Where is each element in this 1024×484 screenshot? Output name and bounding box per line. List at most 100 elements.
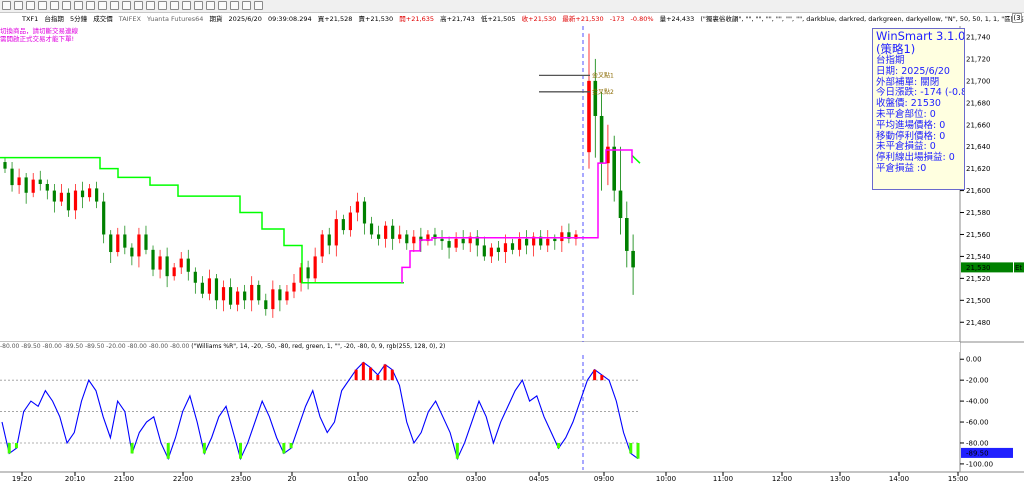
price-tick-label: 21,640	[966, 143, 991, 151]
wr-oversold-bar	[282, 442, 286, 454]
candle-body	[38, 179, 42, 184]
crosshair-icon[interactable]	[98, 1, 107, 10]
trading-chart-window: TXF1 台指期 5分鐘 成交價 TAIFEX Yuanta Futures64…	[0, 0, 1024, 484]
candle-body	[95, 188, 99, 202]
wr-oversold-bar	[166, 442, 170, 459]
candle-body	[348, 212, 352, 231]
candle-body	[292, 282, 296, 292]
corner-button[interactable]: (3	[1012, 13, 1022, 23]
fib-icon[interactable]	[134, 1, 143, 10]
outside-label: 外部補單:	[876, 76, 918, 88]
settings-icon[interactable]	[254, 1, 263, 10]
bid: 買+21,528	[317, 15, 353, 23]
time-tick-label: 03:00	[466, 475, 486, 483]
candle-body	[123, 234, 127, 248]
wr-overbought-bar	[593, 369, 597, 381]
candle-body	[193, 271, 197, 283]
close-icon[interactable]	[14, 1, 23, 10]
toolbar	[0, 0, 1024, 13]
williams-r-line	[1, 361, 639, 461]
candle-body	[80, 190, 85, 198]
candle-body	[45, 184, 49, 191]
arrow-icon[interactable]	[170, 1, 179, 10]
candle-body	[186, 258, 190, 272]
candle-body	[24, 177, 28, 193]
price-tick-label: 21,660	[966, 121, 991, 129]
cursor-icon[interactable]	[86, 1, 95, 10]
wr-overbought-bar	[376, 374, 380, 381]
support-line	[0, 156, 404, 284]
time-tick-label: 21:00	[114, 475, 134, 483]
wr-overbought-bar	[361, 362, 365, 381]
wr-current-tag	[961, 447, 1013, 458]
line-icon[interactable]	[110, 1, 119, 10]
candle-body	[221, 287, 226, 301]
symbol-code[interactable]: TXF1	[0, 15, 38, 23]
candle-body	[165, 256, 169, 277]
delete-icon[interactable]	[182, 1, 191, 10]
bar-icon[interactable]	[206, 1, 215, 10]
last: 最新+21,530	[562, 15, 604, 23]
trendline-icon[interactable]	[146, 1, 155, 10]
wr-tick-label: -60.00	[966, 419, 989, 427]
candle-body	[433, 234, 437, 239]
candle-body	[264, 300, 268, 310]
price-tick-label: 21,580	[966, 209, 991, 217]
candle-body	[137, 234, 141, 257]
price-tick-label: 21,680	[966, 99, 991, 107]
candle-body	[553, 238, 557, 242]
wr-oversold-bar	[557, 442, 560, 449]
wr-tick-label: 0.00	[966, 356, 982, 364]
time-tick-label: 23:00	[231, 475, 251, 483]
chart-area[interactable]: 金叉點1 金叉點2 21,740 21,720 21,700 21,680 21,660 2…	[0, 0, 1024, 484]
wr-overbought-bar	[383, 364, 387, 381]
candle-body	[440, 238, 444, 242]
closed-label: 平倉損益	[876, 162, 915, 174]
folder-icon[interactable]	[38, 1, 47, 10]
candle-body	[278, 289, 282, 301]
avg-label: 平均進場價格:	[876, 119, 937, 131]
candle-body	[631, 250, 635, 268]
low: 低+21,505	[480, 15, 516, 23]
price-tick-label: 21,700	[966, 77, 991, 85]
interval[interactable]: 5分鐘	[70, 15, 87, 23]
candle-body	[66, 192, 71, 211]
strategy-icon[interactable]	[242, 1, 251, 10]
wr-tick-label: -40.00	[966, 398, 989, 406]
quote-time: 09:39:08.294	[267, 15, 312, 23]
text-icon[interactable]	[122, 1, 131, 10]
volume: 量+24,433	[659, 15, 695, 23]
chart-icon[interactable]	[2, 1, 11, 10]
candle-icon[interactable]	[194, 1, 203, 10]
wr-oversold-bar	[636, 442, 640, 459]
wr-oversold-bar	[629, 442, 633, 454]
indicator-icon[interactable]	[230, 1, 239, 10]
price-tag-icon	[1014, 262, 1024, 273]
zoom-out-icon[interactable]	[74, 1, 83, 10]
price-tag-label: Et	[1015, 264, 1022, 272]
save-icon[interactable]	[26, 1, 35, 10]
wr-current-label: -89.50	[966, 449, 989, 457]
price-tick-label: 21,560	[966, 231, 991, 239]
candle-body	[412, 236, 416, 244]
candle-body	[546, 238, 550, 246]
candle-body	[179, 258, 183, 268]
marker-label-1: 金叉點1	[592, 71, 614, 79]
candle-body	[341, 219, 345, 231]
rect-icon[interactable]	[158, 1, 167, 10]
wr-overbought-bar	[390, 369, 394, 381]
quote-date: 2025/6/20	[228, 15, 262, 23]
candle-body	[299, 267, 303, 283]
candle-body	[405, 234, 409, 244]
candle-body	[525, 238, 529, 246]
print-icon[interactable]	[50, 1, 59, 10]
wr-overbought-bar	[354, 369, 358, 381]
line-chart-icon[interactable]	[218, 1, 227, 10]
candle-body	[172, 267, 176, 277]
candle-body	[482, 245, 486, 257]
candle-body	[454, 238, 458, 248]
candle-body	[59, 192, 63, 202]
zoom-in-icon[interactable]	[62, 1, 71, 10]
candle-body	[306, 267, 310, 279]
candle-body	[447, 241, 451, 248]
